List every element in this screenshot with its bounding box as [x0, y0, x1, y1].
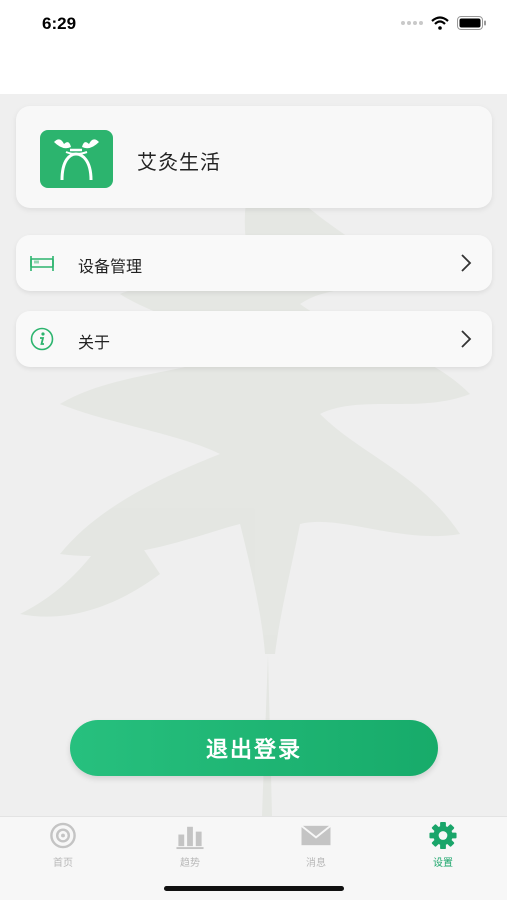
chevron-right-icon: [461, 330, 472, 348]
status-icons: [401, 16, 487, 30]
status-time: 6:29: [42, 14, 77, 33]
tab-trends-label: 趋势: [180, 858, 200, 869]
gear-icon: [429, 821, 457, 850]
device-management-item[interactable]: 设备管理: [16, 235, 492, 291]
settings-content: 艾灸生活 设备管理 关于 退出登录: [0, 94, 507, 816]
battery-icon: [457, 16, 486, 30]
envelope-icon: [300, 825, 332, 846]
wifi-icon: [431, 16, 449, 30]
tab-trends[interactable]: 趋势: [140, 821, 240, 869]
tab-home-label: 首页: [53, 858, 73, 869]
about-label: 关于: [78, 333, 111, 352]
profile-card: 艾灸生活: [16, 106, 492, 208]
home-indicator: [164, 886, 344, 891]
mugwort-logo-icon: [54, 139, 99, 181]
app-name: 艾灸生活: [137, 150, 221, 174]
tab-home[interactable]: 首页: [13, 821, 113, 869]
about-item[interactable]: 关于: [16, 311, 492, 367]
chevron-right-icon: [461, 254, 472, 272]
home-target-icon: [50, 822, 76, 849]
tab-messages[interactable]: 消息: [266, 821, 366, 869]
bed-icon: [30, 256, 54, 271]
device-management-label: 设备管理: [78, 257, 143, 276]
status-bar: 6:29: [0, 0, 507, 50]
nav-bar: [0, 50, 507, 94]
tab-settings-label: 设置: [433, 858, 453, 869]
logout-button[interactable]: 退出登录: [70, 720, 438, 776]
tab-settings[interactable]: 设置: [393, 821, 493, 869]
info-icon: [30, 327, 54, 351]
bar-chart-icon: [176, 826, 204, 850]
cellular-signal-icon: [401, 21, 423, 25]
app-logo: [40, 130, 113, 188]
tab-messages-label: 消息: [306, 858, 326, 869]
